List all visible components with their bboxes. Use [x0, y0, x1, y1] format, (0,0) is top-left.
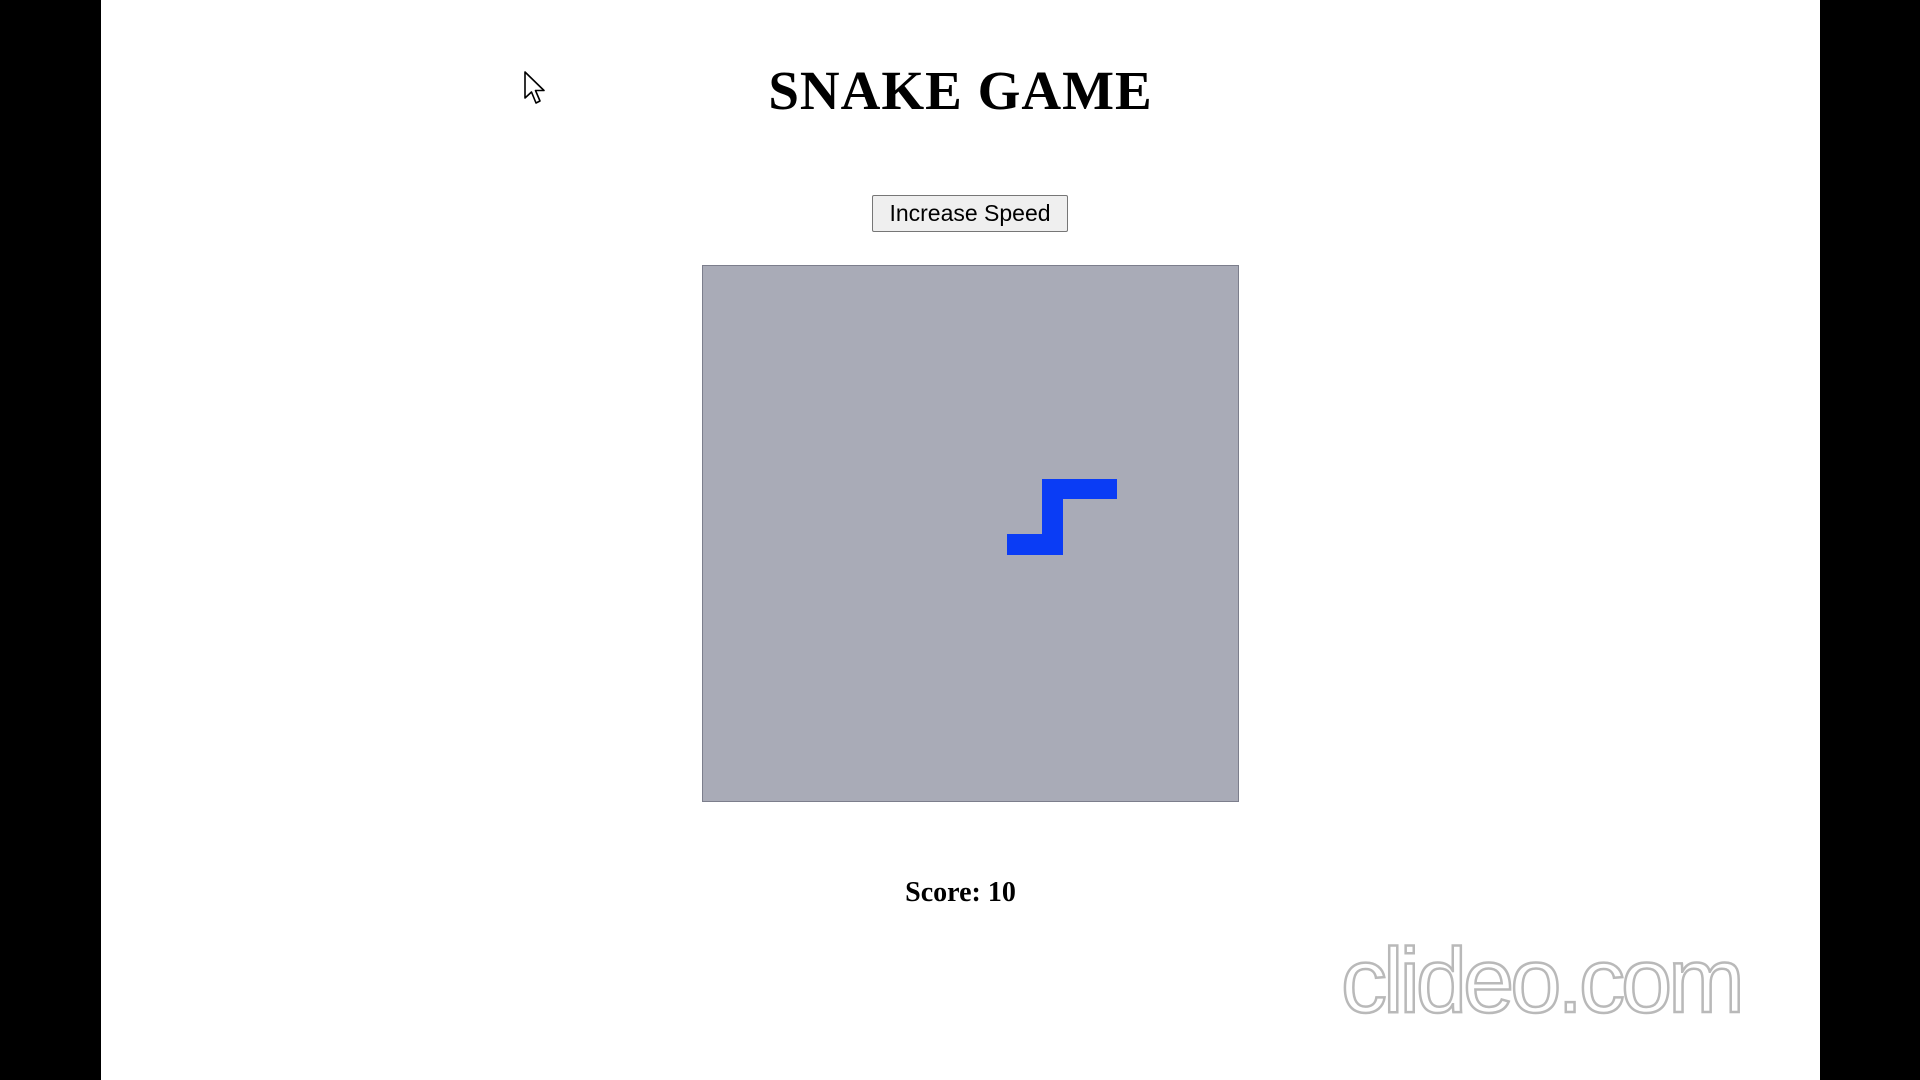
game-page: SNAKE GAME Increase Speed Score: 10 clid…	[101, 0, 1820, 1080]
score-display: Score: 10	[905, 877, 1016, 908]
watermark-logo: clideo.com	[1340, 930, 1746, 1032]
increase-speed-button[interactable]: Increase Speed	[872, 195, 1068, 232]
game-board[interactable]	[702, 265, 1239, 802]
snake-head-segment	[1042, 479, 1117, 499]
page-title: SNAKE GAME	[768, 60, 1153, 121]
